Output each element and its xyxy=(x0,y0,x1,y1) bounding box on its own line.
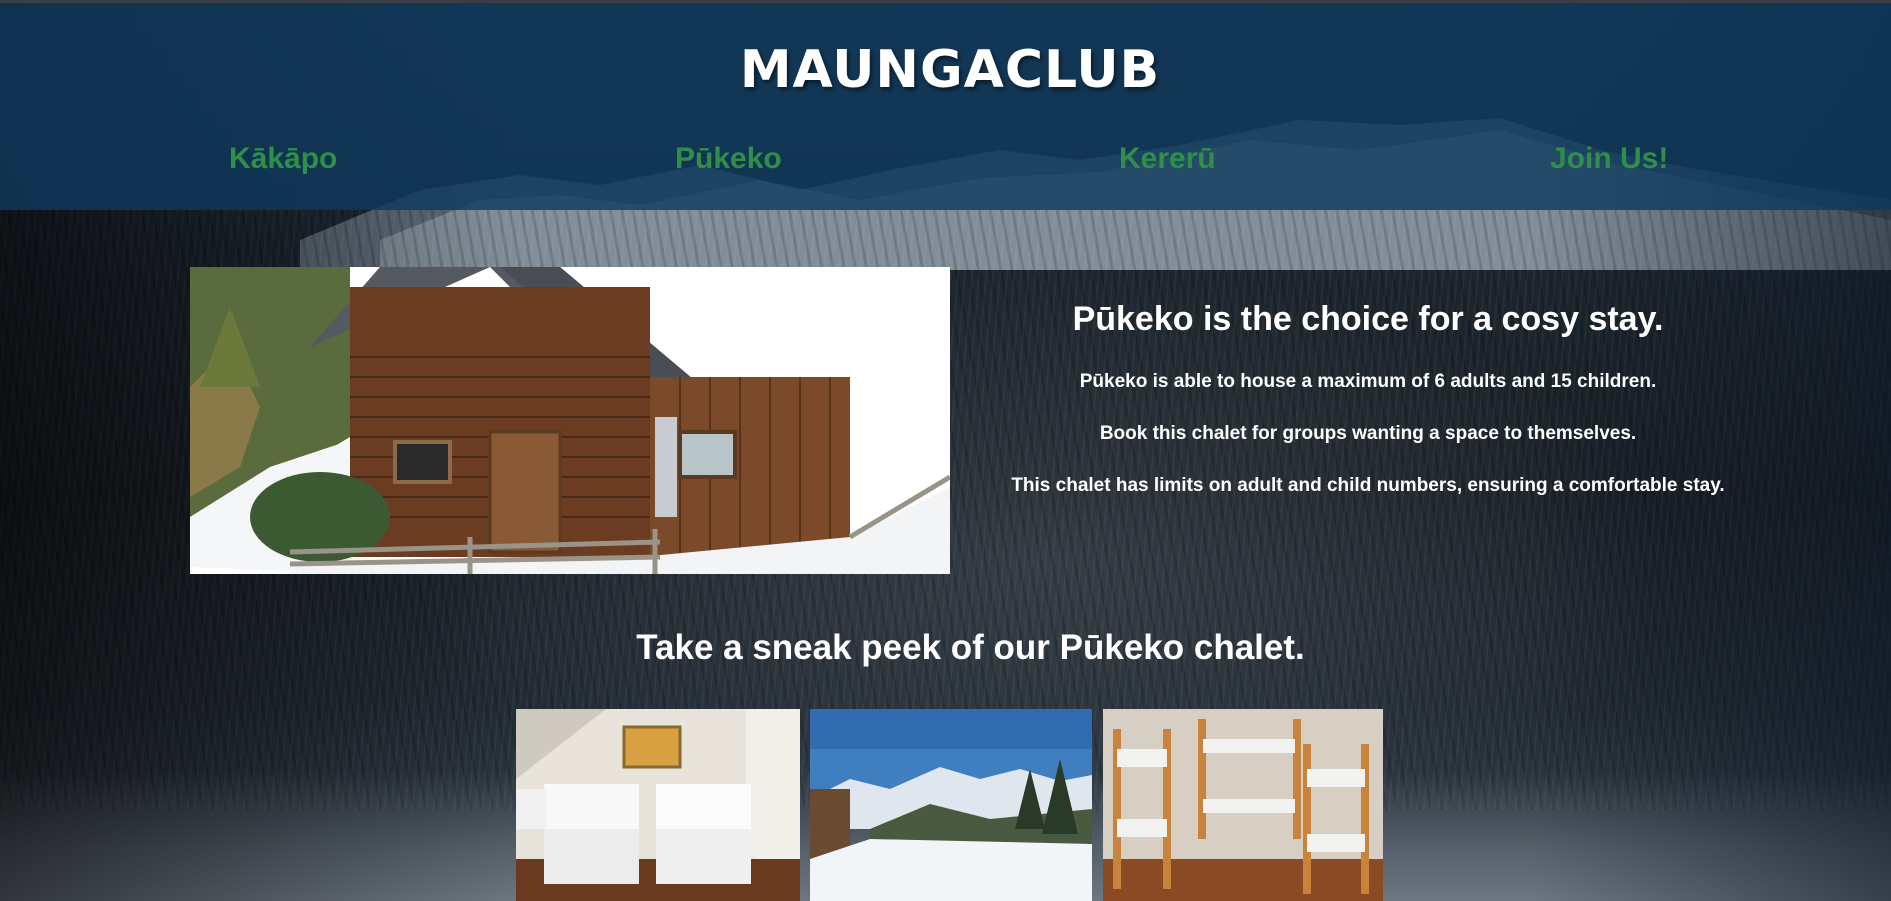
info-paragraph-booking: Book this chalet for groups wanting a sp… xyxy=(1099,423,1637,444)
nav-link-kakapo[interactable]: Kākāpo xyxy=(229,142,337,176)
chalet-heading: Pūkeko is the choice for a cosy stay. xyxy=(1072,300,1664,338)
site-header: MAUNGACLUB Kākāpo Pūkeko Kererū Join Us! xyxy=(0,0,1891,210)
logo-text: MAUNGACLUB xyxy=(739,40,1161,100)
nav-link-join-us[interactable]: Join Us! xyxy=(1550,142,1668,176)
chalet-photo xyxy=(190,267,950,574)
gallery-title: Take a sneak peek of our Pūkeko chalet. xyxy=(636,628,1305,667)
nav-link-kereru[interactable]: Kererū xyxy=(1119,142,1216,176)
top-border xyxy=(0,0,1891,3)
info-paragraph-limits: This chalet has limits on adult and chil… xyxy=(1011,475,1725,496)
info-paragraph-capacity: Pūkeko is able to house a maximum of 6 a… xyxy=(1079,371,1657,392)
main-nav: Kākāpo Pūkeko Kererū Join Us! xyxy=(0,142,1891,182)
gallery-photo-bedroom[interactable] xyxy=(516,709,800,901)
chalet-info: Pūkeko is the choice for a cosy stay. Pū… xyxy=(988,300,1748,525)
site-logo[interactable]: MAUNGACLUB xyxy=(740,20,1159,120)
gallery-photo-bunk-room[interactable] xyxy=(1103,709,1383,901)
nav-link-pukeko[interactable]: Pūkeko xyxy=(675,142,782,176)
gallery-photo-snowy-view[interactable] xyxy=(810,709,1092,901)
